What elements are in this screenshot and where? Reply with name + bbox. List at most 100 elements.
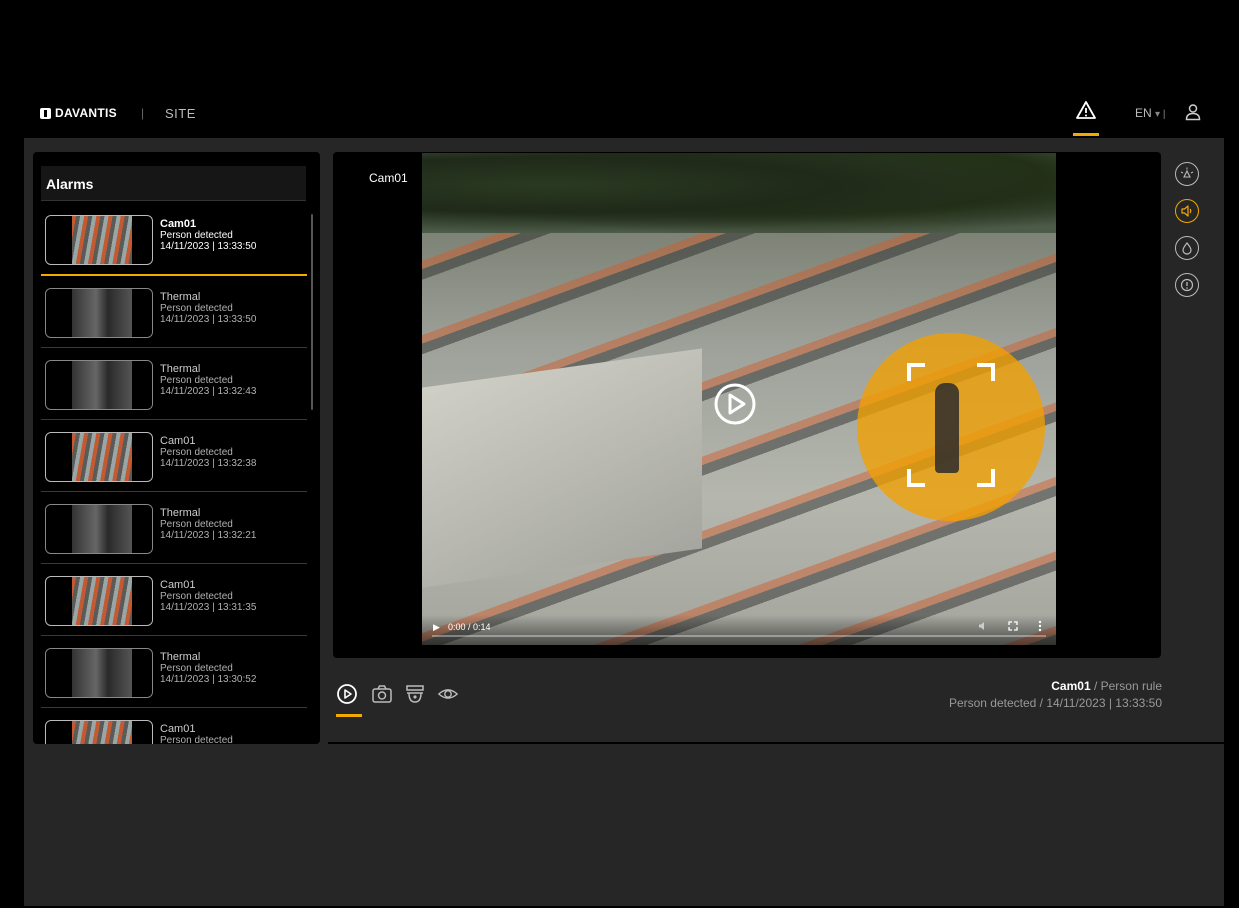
top-bar: DAVANTIS | SITE EN ▾ | (24, 86, 1224, 138)
tab-view[interactable] (437, 683, 459, 705)
alarm-text: Thermal Person detected 14/11/2023 | 13:32… (160, 363, 257, 398)
alarm-text: Thermal Person detected 14/11/2023 | 13:30… (160, 651, 257, 686)
eye-icon (437, 689, 459, 699)
thumbnail-image (72, 216, 132, 264)
alarm-item[interactable]: Thermal Person detected 14/11/2023 | 13:32… (41, 503, 307, 564)
alarm-text: Cam01 Person detected 14/11/2023 | 13:32:3… (160, 435, 257, 470)
alarm-item[interactable]: Cam01 Person detected (41, 719, 307, 744)
light-icon (1180, 167, 1194, 178)
video-progress-bar[interactable] (432, 635, 1046, 637)
alarm-camera: Thermal (160, 291, 201, 303)
focus-corner-bottom-left (907, 469, 925, 487)
alarm-timestamp: 14/11/2023 | 13:30:52 (160, 674, 257, 685)
water-button[interactable] (1175, 236, 1199, 260)
alarm-item[interactable]: Thermal Person detected 14/11/2023 | 13:32… (41, 359, 307, 420)
app-window: DAVANTIS | SITE EN ▾ | Alarms Cam01 Perso (24, 86, 1224, 906)
thumbnail-image (72, 433, 132, 481)
camera-icon (372, 685, 392, 703)
thumbnail-image (72, 361, 132, 409)
play-icon (337, 684, 357, 704)
video-container-box (422, 348, 702, 588)
alarm-camera: Cam01 (160, 579, 196, 591)
play-overlay-icon[interactable] (713, 382, 757, 426)
thumbnail-image (72, 577, 132, 625)
video-play-button[interactable]: ▶ (433, 622, 440, 633)
alarm-camera: Cam01 (160, 218, 197, 230)
alarm-text: Cam01 Person detected 14/11/2023 | 13:33:5… (160, 218, 257, 253)
video-camera-label: Cam01 (369, 171, 408, 185)
alarm-camera: Thermal (160, 651, 201, 663)
language-caret: ▾ | (1155, 109, 1166, 120)
alert-circle-icon (1180, 278, 1194, 292)
alarm-thumbnail (45, 504, 153, 554)
alarms-title: Alarms (46, 176, 94, 192)
light-button[interactable] (1175, 162, 1199, 186)
tab-playback-underline (336, 714, 362, 717)
video-panel: Cam01 ▶ 0:00 / 0:14 (333, 152, 1161, 658)
tab-cameras[interactable] (404, 683, 426, 705)
alarm-item[interactable]: Cam01 Person detected 14/11/2023 | 13:33:5… (41, 214, 307, 276)
site-label[interactable]: SITE (165, 106, 196, 121)
alarm-timestamp: 14/11/2023 | 13:33:50 (160, 241, 257, 252)
alarm-timestamp: 14/11/2023 | 13:33:50 (160, 314, 257, 325)
alarm-text: Cam01 Person detected (160, 723, 233, 745)
alarm-thumbnail (45, 648, 153, 698)
logo-text: DAVANTIS (55, 106, 117, 120)
alarm-text: Cam01 Person detected 14/11/2023 | 13:31:3… (160, 579, 257, 614)
lower-panel (24, 744, 1224, 906)
alarm-timestamp: 14/11/2023 | 13:32:21 (160, 530, 257, 541)
alarm-camera: Thermal (160, 363, 201, 375)
alarm-camera: Thermal (160, 507, 201, 519)
event-rule: / Person rule (1090, 679, 1162, 693)
event-detail: Person detected / 14/11/2023 | 13:33:50 (948, 696, 1162, 710)
alarm-list-scrollbar[interactable] (311, 214, 313, 410)
alarm-camera: Cam01 (160, 723, 196, 735)
alarm-timestamp: 14/11/2023 | 13:32:43 (160, 386, 257, 397)
language-selector[interactable]: EN ▾ | (1135, 106, 1165, 120)
video-player[interactable]: ▶ 0:00 / 0:14 (422, 153, 1056, 645)
alarm-item[interactable]: Thermal Person detected 14/11/2023 | 13:33… (41, 287, 307, 348)
speaker-icon (1181, 205, 1192, 217)
alert-button[interactable] (1175, 273, 1199, 297)
alarm-thumbnail (45, 576, 153, 626)
alarm-event: Person detected (160, 230, 233, 241)
person-detection-highlight[interactable] (857, 333, 1045, 521)
warning-icon (1076, 101, 1096, 119)
dome-camera-icon (406, 685, 424, 703)
event-title: Cam01 / Person rule (949, 678, 1162, 695)
alarm-thumbnail (45, 432, 153, 482)
alarm-item[interactable]: Cam01 Person detected 14/11/2023 | 13:32:3… (41, 431, 307, 492)
alarm-item[interactable]: Thermal Person detected 14/11/2023 | 13:30… (41, 647, 307, 708)
more-options-icon[interactable] (1038, 620, 1042, 632)
focus-corner-top-right (977, 363, 995, 381)
alarm-thumbnail (45, 215, 153, 265)
alarm-thumbnail (45, 720, 153, 744)
alarm-event: Person detected (160, 591, 233, 602)
alarm-event: Person detected (160, 447, 233, 458)
tab-snapshot[interactable] (371, 683, 393, 705)
alarm-timestamp: 14/11/2023 | 13:31:35 (160, 602, 257, 613)
detected-person (935, 383, 959, 473)
alarm-camera: Cam01 (160, 435, 196, 447)
thumbnail-image (72, 289, 132, 337)
video-time: 0:00 / 0:14 (448, 622, 491, 632)
alerts-tab[interactable] (1071, 98, 1101, 138)
speaker-button[interactable] (1175, 199, 1199, 223)
alarm-event: Person detected (160, 735, 233, 744)
focus-corner-top-left (907, 363, 925, 381)
water-drop-icon (1182, 242, 1192, 255)
alarm-item[interactable]: Cam01 Person detected 14/11/2023 | 13:31:3… (41, 575, 307, 636)
video-controls: ▶ 0:00 / 0:14 (422, 615, 1056, 645)
thumbnail-image (72, 721, 132, 744)
tab-playback[interactable] (336, 683, 358, 705)
mute-icon[interactable] (978, 621, 988, 631)
alarm-text: Thermal Person detected 14/11/2023 | 13:32… (160, 507, 257, 542)
language-code: EN (1135, 106, 1152, 120)
video-trees (422, 153, 1056, 233)
alarm-list: Cam01 Person detected 14/11/2023 | 13:33:5… (41, 214, 307, 744)
user-icon[interactable] (1184, 103, 1202, 121)
alarm-thumbnail (45, 360, 153, 410)
focus-corner-bottom-right (977, 469, 995, 487)
fullscreen-icon[interactable] (1008, 621, 1018, 631)
alarm-timestamp: 14/11/2023 | 13:32:38 (160, 458, 257, 469)
